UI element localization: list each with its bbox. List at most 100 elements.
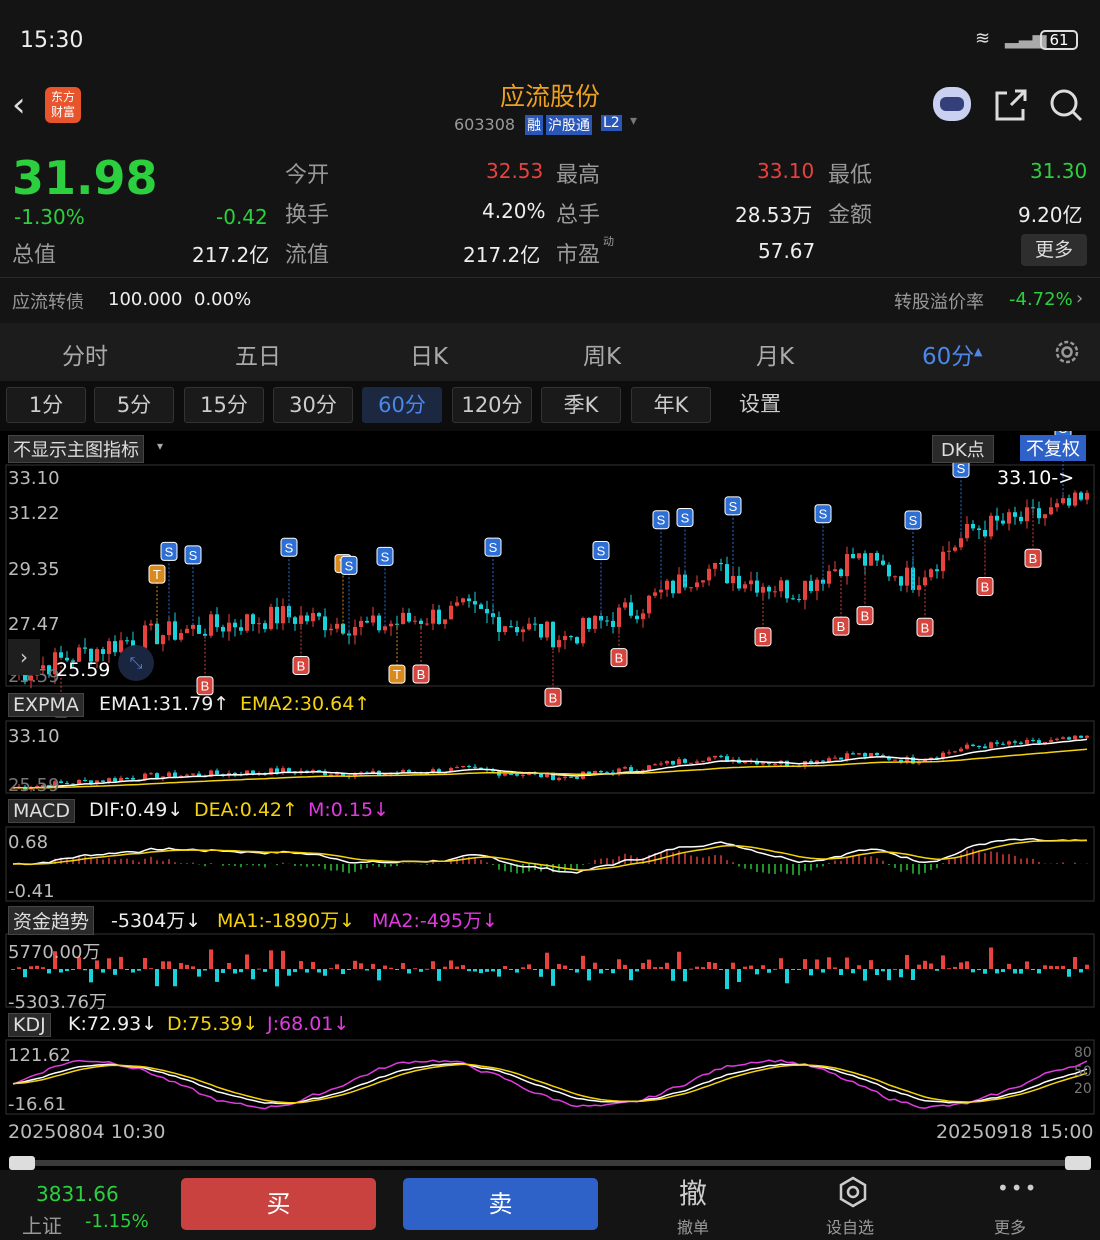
- period-120m[interactable]: 120分: [452, 387, 532, 423]
- fund-bar: [335, 964, 339, 969]
- chevron-down-icon[interactable]: ▾: [630, 113, 637, 129]
- fund-bar: [221, 969, 225, 973]
- main-indicator-select[interactable]: 不显示主图指标: [8, 435, 144, 463]
- fund-bar: [431, 961, 435, 969]
- chart-canvas[interactable]: BTSSBSBTSSTBSBSBSSSBSBBSBSBBS: [0, 431, 1100, 1156]
- index-value[interactable]: 3831.66: [36, 1182, 119, 1206]
- period-15m[interactable]: 15分: [184, 387, 264, 423]
- tab-60min[interactable]: 60分: [922, 337, 974, 371]
- chevron-down-icon[interactable]: ▾: [157, 439, 163, 453]
- expand-icon[interactable]: ⤡: [118, 645, 154, 681]
- candle-body: [407, 612, 411, 622]
- period-60m[interactable]: 60分: [362, 387, 442, 423]
- high-value: 33.10: [757, 159, 815, 183]
- fund-bar: [785, 969, 789, 984]
- fund-bar: [365, 969, 369, 971]
- chevron-left-icon[interactable]: ›: [8, 639, 40, 675]
- sell-button[interactable]: 卖: [403, 1178, 598, 1230]
- signal-marker-label: B: [1029, 551, 1038, 566]
- margin-badge: 融: [525, 115, 543, 135]
- expma-candle-body: [125, 777, 129, 779]
- candle-body: [701, 580, 705, 583]
- tab-intraday[interactable]: 分时: [62, 337, 108, 371]
- fund-bar: [845, 957, 849, 969]
- candle-body: [725, 564, 729, 584]
- more-button[interactable]: 更多: [1021, 234, 1087, 266]
- macd-bottom: -0.41: [8, 881, 55, 902]
- index-name[interactable]: 上证: [22, 1210, 62, 1239]
- share-icon[interactable]: [993, 87, 1029, 123]
- fund-bar: [491, 969, 495, 972]
- cancel-icon[interactable]: 撤: [679, 1172, 707, 1212]
- period-1m[interactable]: 1分: [6, 387, 86, 423]
- signal-marker-label: S: [189, 548, 198, 563]
- tab-daily[interactable]: 日K: [410, 337, 448, 371]
- candle-body: [1013, 512, 1017, 517]
- tab-five-day[interactable]: 五日: [235, 337, 281, 371]
- candle-body: [845, 553, 849, 577]
- fund-bar: [1043, 965, 1047, 969]
- expma-candle-body: [251, 770, 255, 774]
- fund-bar: [947, 968, 951, 970]
- fund-bar: [455, 966, 459, 969]
- search-icon[interactable]: [1048, 87, 1084, 123]
- period-settings[interactable]: 设置: [720, 387, 800, 423]
- kdj-k: K:72.93↓: [68, 1013, 158, 1035]
- candle-body: [1043, 514, 1047, 519]
- candle-body: [509, 626, 513, 628]
- fund-bar: [749, 965, 753, 969]
- scroll-track[interactable]: [10, 1160, 1090, 1166]
- bond-label[interactable]: 应流转债: [12, 288, 84, 314]
- expma-candle-body: [461, 765, 465, 768]
- candle-body: [917, 585, 921, 590]
- period-30m[interactable]: 30分: [273, 387, 353, 423]
- fund-bar: [1013, 969, 1017, 974]
- tab-monthly[interactable]: 月K: [756, 337, 794, 371]
- candle-body: [971, 523, 975, 529]
- m-value: M:0.15↓: [308, 799, 390, 821]
- period-quarter[interactable]: 季K: [541, 387, 621, 423]
- add-favorite-button[interactable]: 设自选: [826, 1214, 874, 1238]
- candle-body: [749, 580, 753, 585]
- fund-trend-select[interactable]: 资金趋势: [8, 906, 95, 935]
- fund-bar: [893, 968, 897, 970]
- period-year[interactable]: 年K: [631, 387, 711, 423]
- volume-label: 总手: [556, 203, 601, 228]
- expma-candle-body: [503, 773, 507, 776]
- expma-candle-body: [821, 760, 825, 762]
- fund-bar: [293, 969, 297, 973]
- fund-bar: [191, 966, 195, 969]
- fund-bar: [677, 951, 681, 969]
- kdj-bottom: -16.61: [8, 1094, 67, 1115]
- more-menu-button[interactable]: 更多: [994, 1214, 1026, 1238]
- gear-icon[interactable]: [1052, 337, 1082, 367]
- kdj-select[interactable]: KDJ: [8, 1013, 51, 1037]
- divider: [0, 277, 1100, 278]
- period-5m[interactable]: 5分: [94, 387, 174, 423]
- kdj-top: 121.62: [8, 1045, 71, 1066]
- kline-chart[interactable]: BTSSBSBTSSTBSBSBSSSBSBBSBSBBS 不显示主图指标 ▾ …: [0, 431, 1100, 1156]
- fund-bar: [41, 967, 45, 969]
- fund-bar: [905, 955, 909, 969]
- expma-select[interactable]: EXPMA: [8, 693, 84, 717]
- tab-weekly[interactable]: 周K: [583, 337, 621, 371]
- scroll-handle-right[interactable]: [1065, 1156, 1091, 1170]
- fund-bar: [533, 969, 537, 970]
- candle-body: [485, 608, 489, 614]
- more-dots-icon[interactable]: •••: [997, 1176, 1038, 1200]
- scroll-handle-left[interactable]: [9, 1156, 35, 1170]
- fund-bar: [563, 965, 567, 969]
- y-tick: 29.35: [8, 559, 60, 580]
- fund-bar: [467, 969, 471, 972]
- cancel-order-button[interactable]: 撤单: [677, 1214, 709, 1238]
- dk-point-button[interactable]: DK点: [932, 435, 994, 463]
- hexagon-icon[interactable]: [837, 1175, 869, 1209]
- buy-button[interactable]: 买: [181, 1178, 376, 1230]
- chart-scrollbar[interactable]: [0, 1156, 1100, 1170]
- fund-bar: [353, 960, 357, 969]
- robot-icon[interactable]: [933, 87, 971, 121]
- macd-select[interactable]: MACD: [8, 799, 75, 823]
- chevron-right-icon[interactable]: ›: [1076, 288, 1083, 309]
- candle-body: [479, 604, 483, 609]
- adjust-button[interactable]: 不复权: [1020, 435, 1086, 461]
